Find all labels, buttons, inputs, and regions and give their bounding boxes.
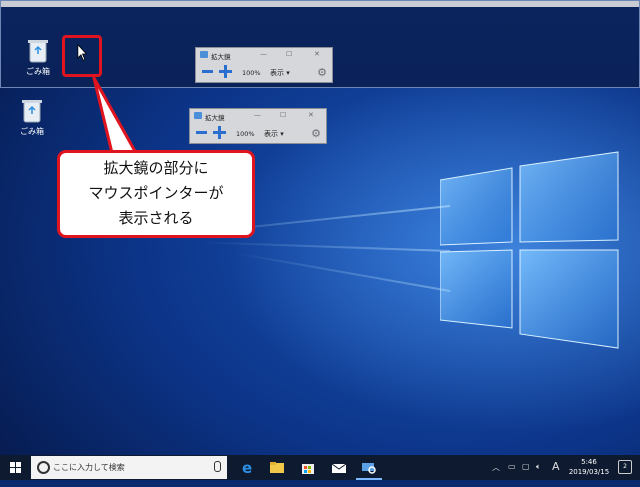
- magnifier-toolbar-magnified: 拡大鏡 — ☐ ✕ 100% 表示 ▾ ⚙: [195, 47, 333, 83]
- edge-browser-icon[interactable]: e: [238, 459, 256, 476]
- magnifier-title: 拡大鏡: [205, 114, 225, 122]
- callout-line-2: マウスポインターが: [88, 184, 224, 202]
- search-placeholder: ここに入力して検索: [53, 463, 125, 472]
- close-button[interactable]: ✕: [308, 111, 314, 119]
- recycle-bin-label: ごみ箱: [26, 67, 50, 76]
- notification-count: 2: [623, 463, 627, 470]
- magnifier-dock-top-edge: [1, 1, 639, 7]
- magnifier-taskbar-icon[interactable]: [360, 459, 378, 476]
- store-icon[interactable]: [299, 459, 317, 476]
- ime-indicator[interactable]: A: [552, 460, 560, 485]
- action-center-icon[interactable]: 2: [618, 460, 632, 474]
- magnifier-title: 拡大鏡: [211, 53, 231, 61]
- minimize-button[interactable]: —: [254, 111, 261, 119]
- svg-text:e: e: [242, 459, 252, 476]
- volume-icon[interactable]: 🔈︎: [536, 462, 541, 487]
- file-explorer-icon[interactable]: [268, 459, 286, 476]
- maximize-button[interactable]: ☐: [286, 50, 292, 58]
- magnifier-controls: 100% 表示 ▾ ⚙: [196, 64, 332, 82]
- magnifier-title-bar: 拡大鏡 — ☐ ✕: [196, 48, 332, 62]
- mail-icon[interactable]: [330, 459, 348, 476]
- zoom-out-button[interactable]: [202, 70, 213, 73]
- cursor-highlight-box: [62, 35, 102, 77]
- zoom-level: 100%: [236, 130, 255, 138]
- taskbar-search-box[interactable]: ここに入力して検索: [31, 456, 227, 479]
- microphone-icon[interactable]: [214, 461, 221, 472]
- zoom-in-button[interactable]: [213, 126, 226, 139]
- close-button[interactable]: ✕: [314, 50, 320, 58]
- callout-box: 拡大鏡の部分に マウスポインターが 表示される: [57, 150, 255, 238]
- display-icon[interactable]: ▢: [522, 462, 530, 487]
- start-button[interactable]: [0, 455, 30, 480]
- magnifier-title-bar: 拡大鏡 — ☐ ✕: [190, 109, 326, 123]
- show-hidden-icons-chevron-icon[interactable]: ︿: [492, 462, 500, 487]
- recycle-bin[interactable]: ごみ箱: [8, 98, 56, 137]
- recycle-bin-icon: [27, 38, 49, 64]
- light-beam: [233, 251, 451, 292]
- magnifier-app-icon: [200, 51, 208, 58]
- recycle-bin-magnified[interactable]: ごみ箱: [14, 38, 62, 77]
- windows-start-icon: [10, 462, 21, 473]
- maximize-button[interactable]: ☐: [280, 111, 286, 119]
- clock-time: 5:46: [581, 458, 597, 466]
- clock[interactable]: 5:46 2019/03/15: [566, 457, 612, 477]
- cortana-icon: [37, 461, 50, 474]
- magnifier-app-icon: [194, 112, 202, 119]
- mouse-pointer-icon: [77, 44, 88, 61]
- callout-line-1: 拡大鏡の部分に: [103, 159, 209, 177]
- minimize-button[interactable]: —: [260, 50, 267, 58]
- settings-gear-icon[interactable]: ⚙: [317, 66, 327, 79]
- light-beam: [200, 241, 451, 252]
- recycle-bin-icon: [21, 98, 43, 124]
- callout-line-3: 表示される: [118, 209, 194, 227]
- network-icon[interactable]: ▭: [508, 462, 516, 487]
- magnifier-toolbar: 拡大鏡 — ☐ ✕ 100% 表示 ▾ ⚙: [189, 108, 327, 144]
- clock-date: 2019/03/15: [568, 468, 610, 476]
- zoom-level: 100%: [242, 69, 261, 77]
- taskbar: ここに入力して検索 e ︿ ▭ ▢ 🔈︎ A 5:46 2019/03/15 2: [0, 455, 640, 480]
- view-menu-button[interactable]: 表示 ▾: [270, 68, 290, 78]
- desktop: ごみ箱 拡大鏡 — ☐ ✕ 100% 表示 ▾ ⚙ ごみ箱 拡大鏡 — ☐ ✕ …: [0, 0, 640, 455]
- magnifier-controls: 100% 表示 ▾ ⚙: [190, 125, 326, 143]
- windows-logo-wallpaper: [440, 151, 619, 349]
- zoom-in-button[interactable]: [219, 65, 232, 78]
- zoom-out-button[interactable]: [196, 131, 207, 134]
- view-menu-button[interactable]: 表示 ▾: [264, 129, 284, 139]
- recycle-bin-label: ごみ箱: [20, 127, 44, 136]
- settings-gear-icon[interactable]: ⚙: [311, 127, 321, 140]
